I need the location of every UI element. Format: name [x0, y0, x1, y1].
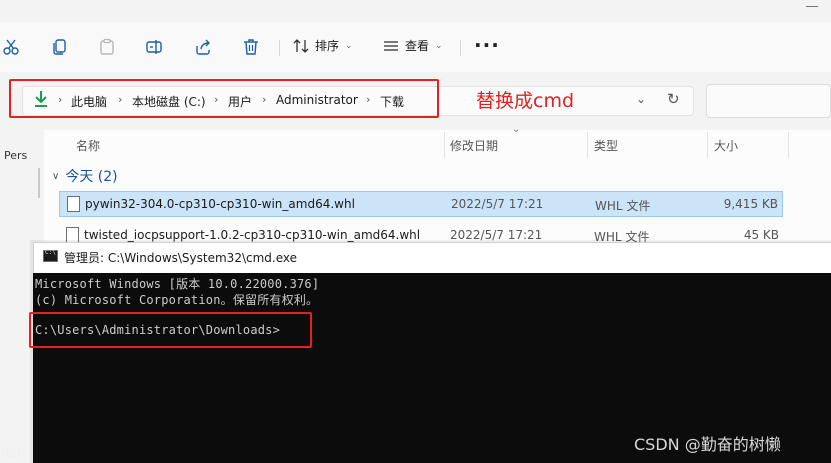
column-header-type[interactable]: 类型	[594, 137, 618, 154]
prompt-annotation-box	[29, 312, 312, 348]
sort-label: 排序	[315, 39, 340, 53]
address-annotation-box	[9, 79, 439, 118]
more-options-button[interactable]: ···	[474, 33, 500, 57]
cmd-window-title: 管理员: C:\Windows\System32\cmd.exe	[64, 251, 297, 265]
toolbar-divider	[460, 40, 461, 56]
toolbar-divider	[279, 40, 280, 56]
chevron-down-icon[interactable]: ∨	[52, 171, 59, 182]
chevron-down-icon[interactable]: ⌄	[636, 92, 646, 106]
console-icon	[43, 249, 58, 262]
refresh-icon[interactable]: ↻	[667, 90, 680, 108]
column-header-size[interactable]: 大小	[714, 137, 738, 154]
copy-icon[interactable]	[49, 36, 71, 58]
sort-indicator-icon: ⌄	[512, 124, 521, 135]
file-type: WHL 文件	[595, 199, 651, 213]
replace-with-cmd-annotation: 替换成cmd	[476, 90, 575, 112]
sort-icon	[293, 38, 309, 53]
cut-icon[interactable]	[0, 36, 22, 58]
table-row[interactable]: pywin32-304.0-cp310-cp310-win_amd64.whl …	[59, 191, 783, 217]
watermark: CSDN @勤奋的树懒	[634, 435, 781, 454]
file-name: pywin32-304.0-cp310-cp310-win_amd64.whl	[85, 197, 355, 211]
view-label: 查看	[405, 39, 430, 53]
column-divider[interactable]	[788, 132, 789, 158]
column-divider[interactable]	[587, 132, 588, 158]
console-line-copyright: (c) Microsoft Corporation。保留所有权利。	[35, 293, 319, 307]
chevron-down-icon: ⌄	[435, 40, 443, 51]
file-date: 2022/5/7 17:21	[451, 197, 544, 211]
search-input[interactable]	[706, 84, 831, 118]
nav-drive-label: (C:)	[1, 447, 21, 460]
view-icon	[384, 40, 398, 51]
minimize-control[interactable]	[800, 0, 831, 22]
rename-icon[interactable]	[143, 36, 165, 58]
column-header-modified[interactable]: 修改日期	[450, 137, 498, 154]
group-header-today[interactable]: ∨ 今天 (2)	[52, 166, 118, 186]
delete-icon[interactable]	[240, 36, 262, 58]
nav-scrollbar[interactable]	[38, 168, 40, 198]
nav-item-label[interactable]: Pers	[4, 149, 27, 162]
group-label: 今天 (2)	[65, 169, 118, 185]
console-line-version: Microsoft Windows [版本 10.0.22000.376]	[35, 277, 320, 291]
column-divider[interactable]	[707, 132, 708, 158]
command-bar: 排序 ⌄ 查看 ⌄ ···	[0, 22, 831, 72]
paste-icon	[96, 36, 118, 58]
column-header-name[interactable]: 名称	[76, 137, 100, 154]
view-button[interactable]: 查看 ⌄	[383, 37, 443, 54]
chevron-down-icon: ⌄	[345, 40, 353, 51]
share-icon[interactable]	[192, 36, 214, 58]
column-divider[interactable]	[444, 132, 445, 158]
sort-button[interactable]: 排序 ⌄	[293, 37, 353, 54]
file-size: 9,415 KB	[723, 197, 778, 211]
file-icon	[67, 196, 80, 212]
